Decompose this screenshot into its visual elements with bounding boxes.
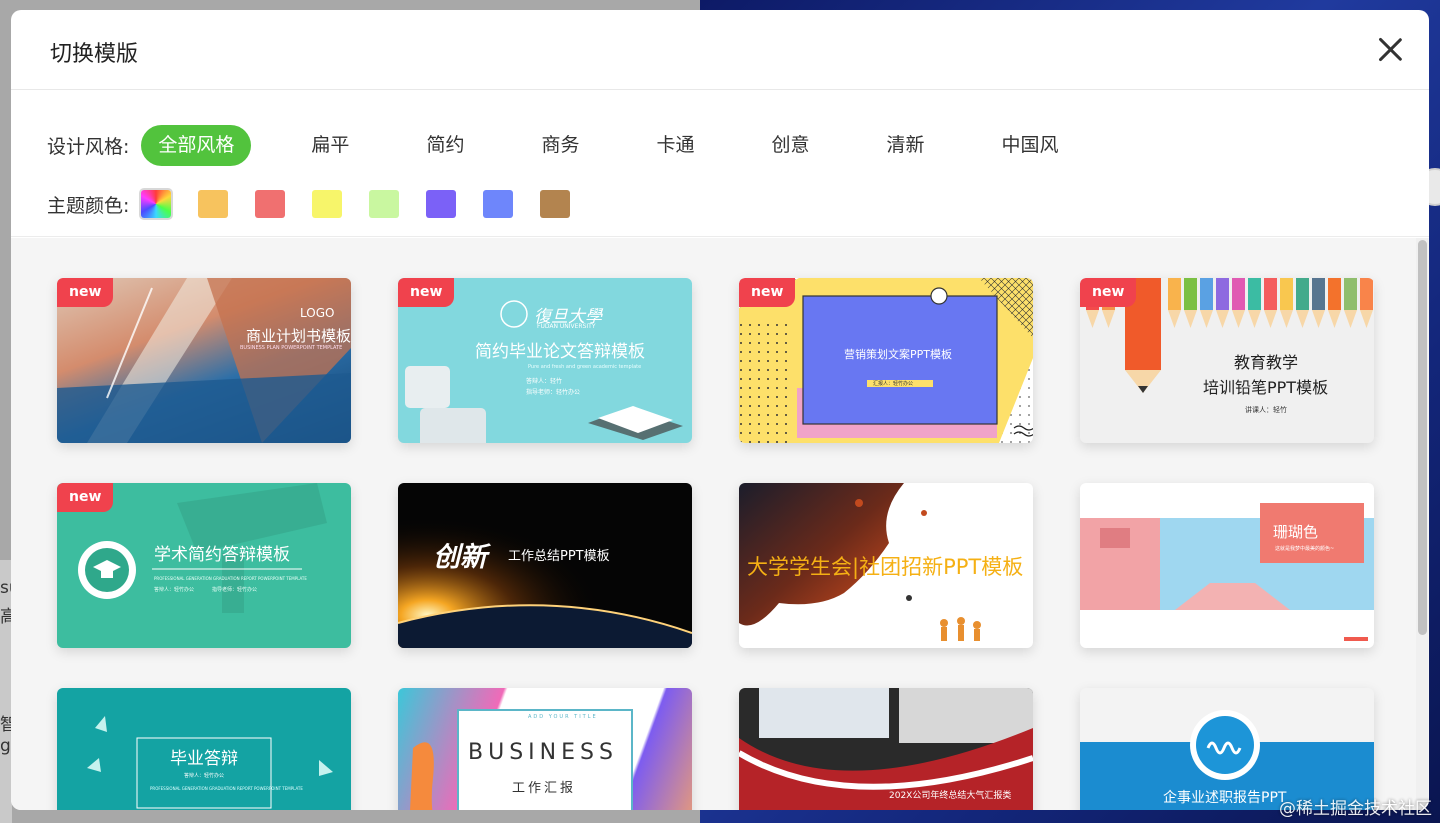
style-option-simple[interactable]: 简约 [409, 125, 481, 166]
template-grid: new LOGO 商业计划书模板 BUSINESS PLAN POWERPOIN… [11, 238, 1429, 810]
modal-header: 切换模版 [11, 10, 1429, 90]
template-title: 珊瑚色 [1273, 523, 1319, 541]
style-filter-row: 设计风格: 全部风格 扁平 简约 商务 卡通 创意 清新 中国风 [47, 124, 1119, 166]
template-title: 学术简约答辩模板 [154, 545, 290, 565]
template-card[interactable]: ADD YOUR TITLE BUSINESS 工作汇报 [398, 688, 692, 810]
template-title: 202X公司年终总结大气汇报类 [889, 791, 1012, 801]
template-card[interactable]: 毕业答辩 答辩人：轻竹办公 PROFESSIONAL GENERATION GR… [57, 688, 351, 810]
grid-scrollbar[interactable] [1416, 238, 1428, 810]
color-swatch[interactable] [369, 190, 400, 218]
color-swatch[interactable] [426, 190, 457, 218]
new-badge: new [1080, 278, 1137, 307]
new-badge: new [57, 483, 114, 512]
template-title: BUSINESS [468, 740, 618, 765]
color-filter-label: 主题颜色: [47, 194, 130, 217]
template-meta: 答辩人：轻竹办公 [154, 587, 195, 593]
close-icon[interactable] [1377, 36, 1403, 62]
template-art-title: 创新 [433, 542, 487, 573]
template-meta: 指导老师：轻竹办公 [212, 587, 258, 593]
filter-panel: 设计风格: 全部风格 扁平 简约 商务 卡通 创意 清新 中国风 主题颜色: [11, 90, 1429, 237]
template-meta: 汇报人：轻竹办公 [873, 381, 914, 387]
template-title-line2: 工作汇报 [512, 781, 577, 796]
color-swatch[interactable] [312, 190, 343, 218]
template-title: 企事业述职报告PPT [1163, 790, 1287, 806]
modal-title: 切换模版 [50, 42, 139, 67]
template-title: 简约毕业论文答辩模板 [475, 342, 645, 362]
template-subtitle: ADD YOUR TITLE [528, 714, 598, 720]
template-card[interactable]: new 復旦大學 FUDAN UNIVERSITY 简约毕业论文答辩模板 Pur… [398, 278, 692, 443]
style-option-chinese[interactable]: 中国风 [985, 125, 1076, 166]
style-option-creative[interactable]: 创意 [754, 125, 826, 166]
new-badge: new [57, 278, 114, 307]
new-badge: new [398, 278, 455, 307]
template-subtitle: PROFESSIONAL GENERATION GRADUATION REPOR… [150, 786, 303, 791]
template-title: 教育教学 [1234, 353, 1299, 372]
template-meta: 讲课人：轻竹 [1245, 406, 1287, 414]
template-card[interactable]: new 教育教学 培训铅笔PPT模板 讲课人：轻竹 [1080, 278, 1374, 443]
watermark: @稀土掘金技术社区 [1279, 799, 1432, 819]
template-title: 营销策划文案PPT模板 [844, 348, 952, 361]
template-card[interactable]: 202X公司年终总结大气汇报类 [739, 688, 1033, 810]
template-subtitle: Pure and fresh and green academic templa… [528, 364, 642, 370]
template-thumbnail [1080, 503, 1374, 641]
template-meta: 指导老师：轻竹办公 [526, 389, 581, 396]
template-title-line2: 培训铅笔PPT模板 [1203, 378, 1329, 397]
color-swatch[interactable] [540, 190, 571, 218]
color-swatch[interactable] [255, 190, 286, 218]
style-option-all[interactable]: 全部风格 [141, 124, 252, 166]
style-option-cartoon[interactable]: 卡通 [639, 125, 711, 166]
switch-template-modal: 切换模版 设计风格: 全部风格 扁平 简约 商务 卡通 创意 清新 中国风 主题… [11, 10, 1429, 810]
template-title: 工作总结PPT模板 [508, 549, 610, 564]
school-name-en: FUDAN UNIVERSITY [537, 323, 596, 330]
template-subtitle: BUSINESS PLAN POWERPOINT TEMPLATE [240, 345, 343, 351]
template-card[interactable]: 创新 工作总结PPT模板 [398, 483, 692, 648]
color-filter-row: 主题颜色: [47, 188, 597, 220]
template-card[interactable]: new 营销策划文案PPT模板 汇报人：轻竹办公 [739, 278, 1033, 443]
color-swatch[interactable] [483, 190, 514, 218]
scrollbar-thumb[interactable] [1418, 240, 1427, 635]
template-card[interactable]: new 学术简约答辩模板 PROFESSIONAL GENERATION GRA… [57, 483, 351, 648]
template-meta: 答辩人：轻竹 [526, 378, 563, 385]
template-meta: 答辩人：轻竹办公 [184, 773, 225, 779]
color-swatch[interactable] [198, 190, 229, 218]
color-swatch-all[interactable] [141, 190, 172, 218]
template-card[interactable]: 大学学生会|社团招新PPT模板 [739, 483, 1033, 648]
style-option-fresh[interactable]: 清新 [870, 125, 942, 166]
style-option-flat[interactable]: 扁平 [294, 125, 366, 166]
template-title: 商业计划书模板 [246, 327, 351, 345]
template-card[interactable]: new LOGO 商业计划书模板 BUSINESS PLAN POWERPOIN… [57, 278, 351, 443]
template-subtitle: 这就是我梦中最美的颜色~ [1275, 546, 1335, 552]
template-logo: LOGO [300, 306, 335, 320]
template-title: 毕业答辩 [170, 749, 238, 769]
new-badge: new [739, 278, 796, 307]
template-title: 大学学生会|社团招新PPT模板 [747, 555, 1024, 579]
style-filter-label: 设计风格: [47, 135, 130, 158]
template-card[interactable]: 珊瑚色 这就是我梦中最美的颜色~ [1080, 483, 1374, 648]
template-subtitle: PROFESSIONAL GENERATION GRADUATION REPOR… [154, 576, 307, 581]
template-card[interactable]: 企事业述职报告PPT [1080, 688, 1374, 810]
style-option-business[interactable]: 商务 [524, 125, 596, 166]
